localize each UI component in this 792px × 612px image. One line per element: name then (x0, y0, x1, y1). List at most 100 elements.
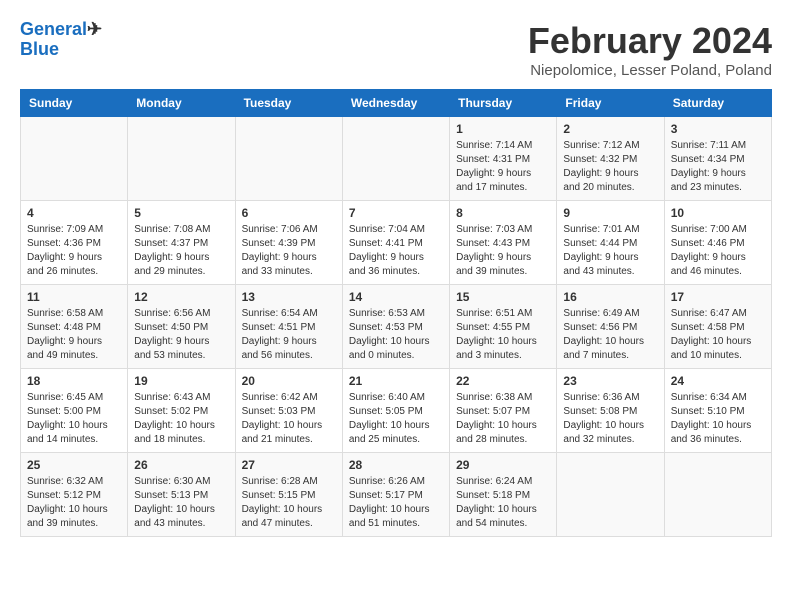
col-sunday: Sunday (21, 90, 128, 117)
day-info: Sunrise: 6:38 AM Sunset: 5:07 PM Dayligh… (456, 391, 550, 447)
day-number: 19 (134, 374, 228, 388)
table-row: 24 Sunrise: 6:34 AM Sunset: 5:10 PM Dayli… (664, 369, 771, 453)
table-row: 27 Sunrise: 6:28 AM Sunset: 5:15 PM Dayli… (235, 453, 342, 537)
logo-text: General✈Blue (20, 20, 102, 60)
day-number: 11 (27, 290, 121, 304)
table-row (128, 117, 235, 201)
day-number: 27 (242, 458, 336, 472)
table-row: 22 Sunrise: 6:38 AM Sunset: 5:07 PM Dayli… (450, 369, 557, 453)
table-row: 2 Sunrise: 7:12 AM Sunset: 4:32 PM Daylig… (557, 117, 664, 201)
day-info: Sunrise: 6:40 AM Sunset: 5:05 PM Dayligh… (349, 391, 443, 447)
day-info: Sunrise: 6:26 AM Sunset: 5:17 PM Dayligh… (349, 475, 443, 531)
day-number: 15 (456, 290, 550, 304)
table-row: 26Sunrise: 6:30 AM Sunset: 5:13 PM Dayli… (128, 453, 235, 537)
day-number: 9 (563, 206, 657, 220)
day-info: Sunrise: 7:14 AM Sunset: 4:31 PM Dayligh… (456, 139, 550, 195)
day-number: 20 (242, 374, 336, 388)
table-row: 23Sunrise: 6:36 AM Sunset: 5:08 PM Dayli… (557, 369, 664, 453)
day-info: Sunrise: 7:11 AM Sunset: 4:34 PM Dayligh… (671, 139, 765, 195)
day-info: Sunrise: 6:24 AM Sunset: 5:18 PM Dayligh… (456, 475, 550, 531)
table-row: 29 Sunrise: 6:24 AM Sunset: 5:18 PM Dayli… (450, 453, 557, 537)
table-row (21, 117, 128, 201)
col-tuesday: Tuesday (235, 90, 342, 117)
table-row: 9 Sunrise: 7:01 AM Sunset: 4:44 PM Daylig… (557, 201, 664, 285)
day-info: Sunrise: 7:12 AM Sunset: 4:32 PM Dayligh… (563, 139, 657, 195)
day-number: 29 (456, 458, 550, 472)
table-row (342, 117, 449, 201)
day-info: Sunrise: 6:47 AM Sunset: 4:58 PM Dayligh… (671, 307, 765, 363)
day-info: Sunrise: 6:34 AM Sunset: 5:10 PM Dayligh… (671, 391, 765, 447)
day-info: Sunrise: 6:56 AM Sunset: 4:50 PM Dayligh… (134, 307, 228, 363)
col-saturday: Saturday (664, 90, 771, 117)
day-number: 24 (671, 374, 765, 388)
day-info: Sunrise: 6:43 AM Sunset: 5:02 PM Dayligh… (134, 391, 228, 447)
day-number: 28 (349, 458, 443, 472)
table-row: 20 Sunrise: 6:42 AM Sunset: 5:03 PM Dayli… (235, 369, 342, 453)
calendar-header-row: Sunday Monday Tuesday Wednesday Thursday… (21, 90, 772, 117)
table-row: 10Sunrise: 7:00 AM Sunset: 4:46 PM Dayli… (664, 201, 771, 285)
month-title: February 2024 (528, 20, 772, 62)
col-wednesday: Wednesday (342, 90, 449, 117)
day-number: 7 (349, 206, 443, 220)
day-number: 1 (456, 122, 550, 136)
calendar-table: Sunday Monday Tuesday Wednesday Thursday… (20, 89, 772, 537)
table-row (664, 453, 771, 537)
table-row: 3 Sunrise: 7:11 AM Sunset: 4:34 PM Daylig… (664, 117, 771, 201)
table-row: 18 Sunrise: 6:45 AM Sunset: 5:00 PM Dayli… (21, 369, 128, 453)
table-row: 13Sunrise: 6:54 AM Sunset: 4:51 PM Dayli… (235, 285, 342, 369)
day-info: Sunrise: 7:09 AM Sunset: 4:36 PM Dayligh… (27, 223, 121, 279)
day-info: Sunrise: 6:53 AM Sunset: 4:53 PM Dayligh… (349, 307, 443, 363)
day-number: 5 (134, 206, 228, 220)
day-info: Sunrise: 6:42 AM Sunset: 5:03 PM Dayligh… (242, 391, 336, 447)
table-row: 8Sunrise: 7:03 AM Sunset: 4:43 PM Daylig… (450, 201, 557, 285)
day-number: 6 (242, 206, 336, 220)
calendar-week-2: 4 Sunrise: 7:09 AM Sunset: 4:36 PM Daylig… (21, 201, 772, 285)
day-info: Sunrise: 7:01 AM Sunset: 4:44 PM Dayligh… (563, 223, 657, 279)
table-row: 25 Sunrise: 6:32 AM Sunset: 5:12 PM Dayli… (21, 453, 128, 537)
day-info: Sunrise: 7:06 AM Sunset: 4:39 PM Dayligh… (242, 223, 336, 279)
table-row (235, 117, 342, 201)
table-row: 7 Sunrise: 7:04 AM Sunset: 4:41 PM Daylig… (342, 201, 449, 285)
day-number: 10 (671, 206, 765, 220)
col-friday: Friday (557, 90, 664, 117)
day-number: 22 (456, 374, 550, 388)
table-row: 15 Sunrise: 6:51 AM Sunset: 4:55 PM Dayli… (450, 285, 557, 369)
day-number: 13 (242, 290, 336, 304)
day-info: Sunrise: 6:51 AM Sunset: 4:55 PM Dayligh… (456, 307, 550, 363)
day-number: 25 (27, 458, 121, 472)
page-header: General✈Blue February 2024 Niepolomice, … (20, 20, 772, 79)
table-row: 1 Sunrise: 7:14 AM Sunset: 4:31 PM Daylig… (450, 117, 557, 201)
col-thursday: Thursday (450, 90, 557, 117)
day-info: Sunrise: 6:36 AM Sunset: 5:08 PM Dayligh… (563, 391, 657, 447)
day-info: Sunrise: 6:28 AM Sunset: 5:15 PM Dayligh… (242, 475, 336, 531)
day-number: 3 (671, 122, 765, 136)
table-row: 6 Sunrise: 7:06 AM Sunset: 4:39 PM Daylig… (235, 201, 342, 285)
day-number: 2 (563, 122, 657, 136)
calendar-week-1: 1 Sunrise: 7:14 AM Sunset: 4:31 PM Daylig… (21, 117, 772, 201)
day-info: Sunrise: 7:04 AM Sunset: 4:41 PM Dayligh… (349, 223, 443, 279)
table-row: 4 Sunrise: 7:09 AM Sunset: 4:36 PM Daylig… (21, 201, 128, 285)
day-info: Sunrise: 6:45 AM Sunset: 5:00 PM Dayligh… (27, 391, 121, 447)
table-row: 14 Sunrise: 6:53 AM Sunset: 4:53 PM Dayli… (342, 285, 449, 369)
day-number: 17 (671, 290, 765, 304)
day-number: 8 (456, 206, 550, 220)
table-row: 11 Sunrise: 6:58 AM Sunset: 4:48 PM Dayli… (21, 285, 128, 369)
table-row: 5 Sunrise: 7:08 AM Sunset: 4:37 PM Daylig… (128, 201, 235, 285)
day-info: Sunrise: 6:32 AM Sunset: 5:12 PM Dayligh… (27, 475, 121, 531)
day-number: 16 (563, 290, 657, 304)
table-row: 28 Sunrise: 6:26 AM Sunset: 5:17 PM Dayli… (342, 453, 449, 537)
table-row: 17 Sunrise: 6:47 AM Sunset: 4:58 PM Dayli… (664, 285, 771, 369)
day-info: Sunrise: 6:58 AM Sunset: 4:48 PM Dayligh… (27, 307, 121, 363)
calendar-week-4: 18 Sunrise: 6:45 AM Sunset: 5:00 PM Dayli… (21, 369, 772, 453)
location: Niepolomice, Lesser Poland, Poland (528, 62, 772, 79)
table-row (557, 453, 664, 537)
day-number: 26 (134, 458, 228, 472)
day-info: Sunrise: 7:08 AM Sunset: 4:37 PM Dayligh… (134, 223, 228, 279)
day-number: 18 (27, 374, 121, 388)
table-row: 19 Sunrise: 6:43 AM Sunset: 5:02 PM Dayli… (128, 369, 235, 453)
day-info: Sunrise: 6:49 AM Sunset: 4:56 PM Dayligh… (563, 307, 657, 363)
day-number: 14 (349, 290, 443, 304)
day-number: 4 (27, 206, 121, 220)
title-area: February 2024 Niepolomice, Lesser Poland… (528, 20, 772, 79)
day-number: 12 (134, 290, 228, 304)
